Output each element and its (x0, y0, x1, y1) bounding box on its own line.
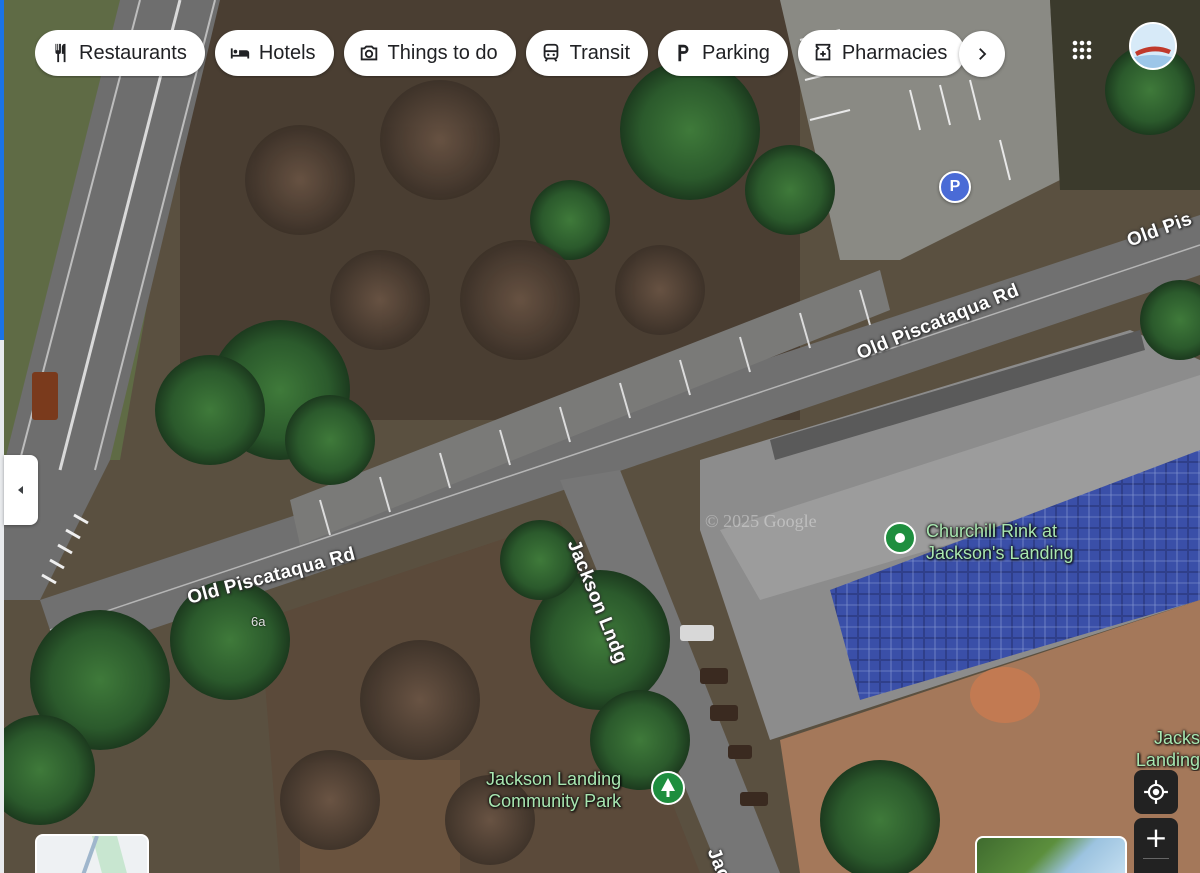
chip-hotels[interactable]: Hotels (214, 30, 334, 76)
left-edge-strip (0, 0, 4, 873)
zoom-separator (1143, 858, 1169, 859)
chip-label: Things to do (387, 41, 498, 64)
churchill-rink-pin[interactable] (884, 522, 916, 563)
fork-knife-icon (49, 42, 71, 64)
community-park-pin[interactable] (651, 771, 685, 812)
bed-icon (229, 42, 251, 64)
map-app: Old Piscataqua Rd Old Piscataqua Rd Old … (0, 0, 1200, 873)
satellite-map[interactable] (0, 0, 1200, 873)
chip-pharmacies[interactable]: Pharmacies (797, 30, 966, 76)
chip-label: Parking (702, 41, 770, 64)
route-number-label: 6a (251, 614, 266, 629)
tree-pin-icon (651, 771, 685, 805)
chip-label: Hotels (258, 41, 316, 64)
pharmacy-icon (812, 42, 834, 64)
zoom-in-button[interactable]: + (1134, 818, 1178, 858)
community-park-label[interactable]: Jackson Landing Community Park (486, 768, 621, 812)
map-watermark: © 2025 Google (705, 511, 817, 531)
chip-transit[interactable]: Transit (525, 30, 649, 76)
jackson-landing-right-line2: Landing (1135, 750, 1200, 770)
account-avatar[interactable] (1129, 22, 1177, 70)
chip-label: Transit (569, 41, 631, 64)
jackson-landing-right-line1: Jacks (1153, 728, 1200, 748)
my-location-button[interactable] (1134, 770, 1178, 814)
location-pin-icon (884, 522, 916, 554)
left-edge-accent (0, 0, 4, 340)
layers-button[interactable] (35, 834, 149, 873)
crosshair-icon (1144, 780, 1168, 804)
churchill-rink-label-line1: Churchill Rink at (926, 521, 1058, 541)
chip-parking[interactable]: Parking (658, 30, 788, 76)
chips-next-button[interactable] (959, 31, 1005, 77)
category-chips: Restaurants Hotels Things to do Transit … (35, 30, 1007, 78)
churchill-rink-label[interactable]: Churchill Rink at Jackson's Landing (926, 520, 1074, 564)
street-view-thumbnail[interactable] (975, 836, 1127, 873)
jackson-landing-right-label[interactable]: Jacks Landing (1122, 727, 1200, 771)
apps-grid-icon (1072, 40, 1092, 60)
community-park-label-line2: Community Park (488, 791, 622, 811)
parking-marker[interactable]: P (939, 171, 971, 203)
chevron-right-icon (979, 48, 987, 60)
camera-icon (358, 42, 380, 64)
churchill-rink-label-line2: Jackson's Landing (926, 543, 1074, 563)
parking-icon (672, 42, 694, 64)
chip-label: Restaurants (79, 41, 187, 64)
train-icon (540, 42, 562, 64)
chip-restaurants[interactable]: Restaurants (35, 30, 205, 76)
caret-left-icon (18, 486, 23, 494)
side-panel-toggle[interactable] (4, 455, 38, 525)
zoom-controls: + (1134, 818, 1178, 873)
community-park-label-line1: Jackson Landing (486, 769, 622, 789)
chip-things-to-do[interactable]: Things to do (343, 30, 516, 76)
map-layer-thumbnail (37, 836, 147, 873)
avatar-image (1131, 24, 1175, 68)
chip-label: Pharmacies (841, 41, 948, 64)
google-apps-button[interactable] (1062, 30, 1102, 70)
